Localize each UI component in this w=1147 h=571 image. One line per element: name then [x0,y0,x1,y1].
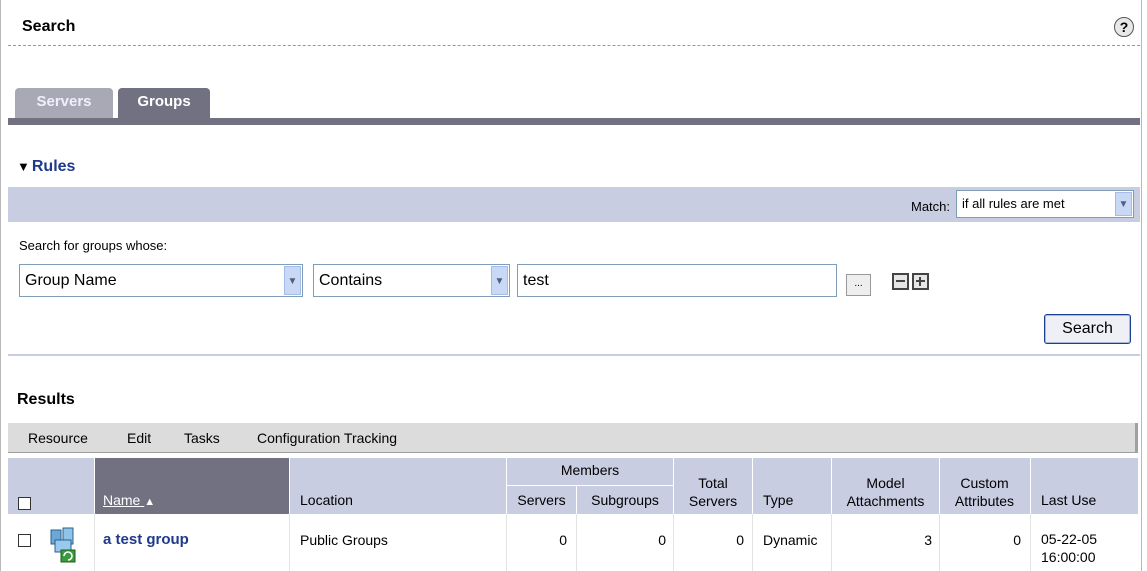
rules-heading: Rules [31,158,76,175]
search-for-label: Search for groups whose: [19,238,168,253]
operator-select[interactable]: Contains ▼ [313,264,510,297]
column-header-custom-attributes: Custom Attributes [954,475,1015,509]
match-select[interactable]: if all rules are met ▼ [956,190,1134,218]
chevron-down-icon[interactable]: ▼ [1115,192,1132,216]
results-heading: Results [17,391,75,408]
row-checkbox[interactable] [18,534,31,547]
chevron-down-icon[interactable]: ▼ [284,266,301,295]
column-header-subgroups: Subgroups [591,492,659,508]
remove-rule-icon[interactable] [892,273,909,290]
chevron-down-icon[interactable]: ▼ [491,266,508,295]
row-last-use: 05-22-05 16:00:00 [1041,531,1098,565]
help-icon[interactable]: ? [1114,17,1134,37]
dynamic-group-icon [50,527,76,563]
menu-resource[interactable]: Resource [28,430,88,446]
menu-edit[interactable]: Edit [127,430,151,446]
row-location: Public Groups [300,532,388,548]
row-type: Dynamic [763,532,818,548]
page-header: Search ? [8,0,1140,46]
column-header-name[interactable]: Name ▲ [103,492,155,508]
row-subgroups: 0 [658,532,666,548]
row-custom-attributes: 0 [1013,532,1021,548]
menu-tasks[interactable]: Tasks [184,430,220,446]
tab-servers[interactable]: Servers [15,88,113,118]
operator-select-value: Contains [319,272,383,289]
column-header-model-attachments: Model Attachments [846,475,925,509]
tab-groups[interactable]: Groups [118,88,210,118]
field-select-value: Group Name [25,272,117,289]
column-header-type: Type [763,492,794,508]
rules-toggle[interactable]: ▼ Rules [17,158,75,176]
collapse-triangle-icon: ▼ [17,159,30,174]
column-header-total-servers: Total Servers [688,475,738,509]
browse-button[interactable]: ... [846,274,871,296]
group-name-link[interactable]: a test group [103,531,189,548]
row-model-attachments: 3 [924,532,932,548]
select-all-checkbox[interactable] [18,497,31,510]
row-total-servers: 0 [736,532,744,548]
page-title: Search [22,18,76,35]
search-button[interactable]: Search [1044,314,1131,344]
field-select[interactable]: Group Name ▼ [19,264,303,297]
add-rule-icon[interactable] [912,273,929,290]
column-header-members: Members [560,462,620,478]
column-header-servers: Servers [517,492,566,508]
section-divider [8,354,1140,356]
match-bar: Match: if all rules are met ▼ [8,187,1140,222]
tab-underline [8,118,1140,125]
column-header-last-use: Last Use [1041,492,1097,508]
results-menubar: Resource Edit Tasks Configuration Tracki… [8,423,1138,453]
menu-configuration-tracking[interactable]: Configuration Tracking [257,430,397,446]
column-header-location: Location [300,492,353,508]
search-text-input[interactable]: test [517,264,837,297]
match-select-value: if all rules are met [962,196,1065,211]
row-servers: 0 [559,532,567,548]
sort-ascending-icon: ▲ [144,496,156,508]
match-label: Match: [910,199,950,214]
